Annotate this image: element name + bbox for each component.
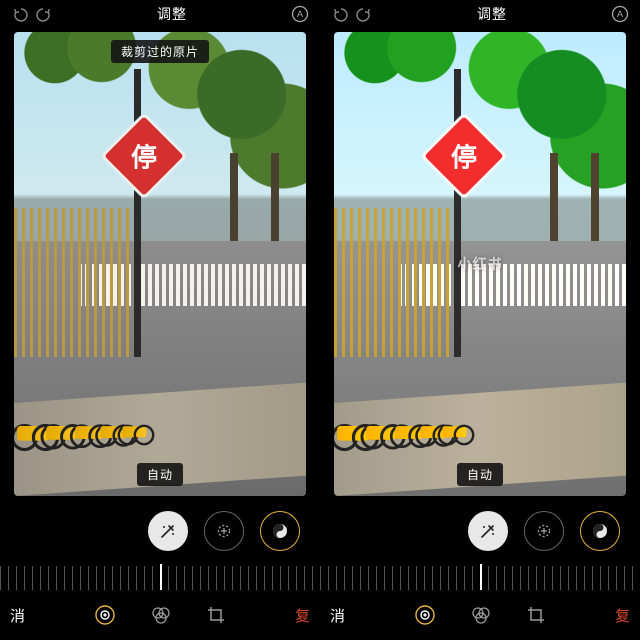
adjust-presets-row [0,496,320,566]
redo-icon[interactable] [34,4,54,24]
undo-icon[interactable] [10,4,30,24]
markers-icon[interactable]: A [610,4,630,24]
yin-yang-button[interactable] [260,511,300,551]
cancel-button[interactable]: 消 [10,605,25,626]
mode-tabs [94,604,226,626]
auto-wand-button[interactable] [148,511,188,551]
watermark: 小红书 [458,254,503,274]
add-adjust-button[interactable] [204,511,244,551]
tab-filters[interactable] [150,604,172,626]
overlay-original-label: 裁剪过的原片 [111,40,209,63]
tab-adjust[interactable] [94,604,116,626]
adjust-presets-row [320,496,640,566]
tab-crop[interactable] [526,605,546,625]
bikes [334,329,503,450]
photo-canvas[interactable]: 停 自动 小红书 [334,32,626,496]
markers-icon[interactable]: A [290,4,310,24]
header-title: 调整 [157,4,187,24]
pane-left: 调整 A 停 裁剪过的原片 自动 消 复 [0,0,320,640]
undo-icon[interactable] [330,4,350,24]
header-bar: 调整 A [0,0,320,28]
add-adjust-button[interactable] [524,511,564,551]
header-bar: 调整 A [320,0,640,28]
bottom-bar: 消 复 [320,592,640,638]
overlay-auto-label: 自动 [457,463,503,486]
reset-button[interactable]: 复 [615,605,630,626]
mode-tabs [414,604,546,626]
value-ruler[interactable] [320,566,640,590]
pane-right: 调整 A 停 自动 小红书 消 复 [320,0,640,640]
auto-wand-button[interactable] [468,511,508,551]
yin-yang-button[interactable] [580,511,620,551]
side-by-side-editor: 调整 A 停 裁剪过的原片 自动 消 复 调整 A [0,0,640,640]
reset-button[interactable]: 复 [295,605,310,626]
cancel-button[interactable]: 消 [330,605,345,626]
tab-filters[interactable] [470,604,492,626]
redo-icon[interactable] [354,4,374,24]
overlay-auto-label: 自动 [137,463,183,486]
header-title: 调整 [477,4,507,24]
svg-text:A: A [617,9,623,19]
bottom-bar: 消 复 [0,592,320,638]
tab-adjust[interactable] [414,604,436,626]
tab-crop[interactable] [206,605,226,625]
bikes [14,329,183,450]
svg-text:A: A [297,9,303,19]
value-ruler[interactable] [0,566,320,590]
photo-canvas[interactable]: 停 裁剪过的原片 自动 [14,32,306,496]
